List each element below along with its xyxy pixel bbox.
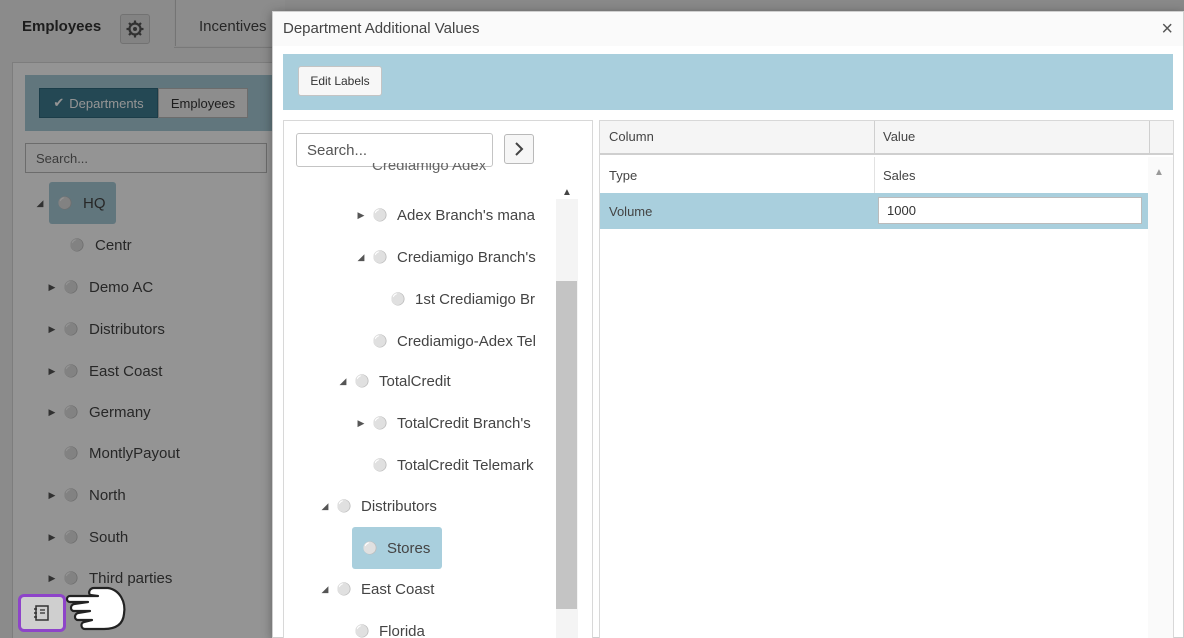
column-header-column[interactable]: Column <box>609 129 654 144</box>
expand-icon[interactable]: ▶ <box>352 418 370 429</box>
tree-item-crediamigo-branch[interactable]: ◢ ⚪ Crediamigo Branch's <box>352 239 536 275</box>
tree-scrollbar-thumb[interactable] <box>556 281 577 609</box>
department-icon: ⚪ <box>354 374 370 388</box>
department-icon: ⚪ <box>372 416 388 430</box>
dialog-department-tree: Search... Crediamigo Adex ▶ ⚪ Adex Branc… <box>283 120 593 638</box>
tree-item-totalcredit[interactable]: ◢ ⚪ TotalCredit <box>334 363 451 399</box>
department-icon: ⚪ <box>372 334 388 348</box>
department-icon: ⚪ <box>372 250 388 264</box>
tree-item-distributors[interactable]: ◢ ⚪ Distributors <box>316 488 437 524</box>
grid-scrollbar[interactable] <box>1148 157 1173 638</box>
cell-column: Volume <box>609 204 653 219</box>
department-icon: ⚪ <box>372 458 388 472</box>
grid-header: Column Value <box>600 121 1173 155</box>
tree-item-label: Adex Branch's mana <box>397 206 535 224</box>
expand-icon[interactable]: ▶ <box>352 210 370 221</box>
edit-labels-button[interactable]: Edit Labels <box>298 66 382 96</box>
cell-column: Type <box>609 168 638 183</box>
dialog-titlebar: Department Additional Values × <box>273 12 1183 46</box>
department-icon: ⚪ <box>354 624 370 638</box>
scroll-up-icon[interactable]: ▲ <box>1154 167 1164 178</box>
tree-item-totalcredit-telemark[interactable]: ⚪ TotalCredit Telemark <box>352 447 534 483</box>
collapse-icon[interactable]: ◢ <box>316 584 334 595</box>
tree-item-label: TotalCredit Telemark <box>397 456 534 474</box>
tree-item-1st-crediamigo[interactable]: ⚪ 1st Crediamigo Br <box>370 281 536 317</box>
chevron-right-icon <box>515 142 524 156</box>
tree-item-label: Crediamigo Branch's <box>397 248 536 266</box>
tree-item-label: Florida <box>379 622 425 638</box>
tree-item-label: East Coast <box>361 580 435 598</box>
collapse-icon[interactable]: ◢ <box>352 252 370 263</box>
notebook-icon <box>34 605 49 621</box>
pointing-hand-icon <box>65 586 126 631</box>
dialog-title: Department Additional Values <box>283 20 480 37</box>
close-icon[interactable]: × <box>1161 19 1173 39</box>
tree-search-input[interactable]: Search... <box>296 133 493 167</box>
department-icon: ⚪ <box>336 499 352 513</box>
tree-item-partial: Crediamigo Adex <box>372 163 487 174</box>
notebook-button[interactable] <box>18 594 66 632</box>
tree-item-label: 1st Crediamigo Br <box>415 290 536 308</box>
scroll-up-icon[interactable]: ▲ <box>562 187 572 198</box>
table-row[interactable]: Type Sales <box>600 157 1148 193</box>
column-header-value[interactable]: Value <box>883 129 915 144</box>
department-icon: ⚪ <box>336 582 352 596</box>
tree-item-label: TotalCredit <box>379 372 451 390</box>
additional-values-grid: Column Value Type Sales Volume 1000 ▲ <box>599 120 1174 638</box>
tree-item-crediamigo-adex-tel[interactable]: ⚪ Crediamigo-Adex Tel <box>352 323 536 359</box>
tree-item-totalcredit-branch[interactable]: ▶ ⚪ TotalCredit Branch's <box>352 405 531 441</box>
department-icon: ⚪ <box>372 208 388 222</box>
tree-item-east-coast[interactable]: ◢ ⚪ East Coast <box>316 571 435 607</box>
tree-item-label: Stores <box>387 539 431 557</box>
tree-item-florida[interactable]: ⚪ Florida <box>334 613 425 638</box>
tree-item-stores[interactable]: ⚪ Stores <box>352 527 443 569</box>
collapse-icon[interactable]: ◢ <box>334 376 352 387</box>
tree-item-adex-branch[interactable]: ▶ ⚪ Adex Branch's mana <box>352 197 535 233</box>
department-icon: ⚪ <box>362 541 378 555</box>
value-edit-input[interactable]: 1000 <box>878 197 1142 224</box>
tree-item-label: TotalCredit Branch's <box>397 414 531 432</box>
collapse-icon[interactable]: ◢ <box>316 501 334 512</box>
cell-value[interactable]: Sales <box>883 168 916 183</box>
table-row[interactable]: Volume 1000 <box>600 193 1148 229</box>
department-additional-values-dialog: Department Additional Values × Edit Labe… <box>272 11 1184 638</box>
tree-item-label: Crediamigo-Adex Tel <box>397 332 536 350</box>
dialog-toolbar: Edit Labels <box>283 54 1173 110</box>
tree-item-label: Distributors <box>361 497 437 515</box>
search-go-button[interactable] <box>504 134 534 164</box>
department-icon: ⚪ <box>390 292 406 306</box>
